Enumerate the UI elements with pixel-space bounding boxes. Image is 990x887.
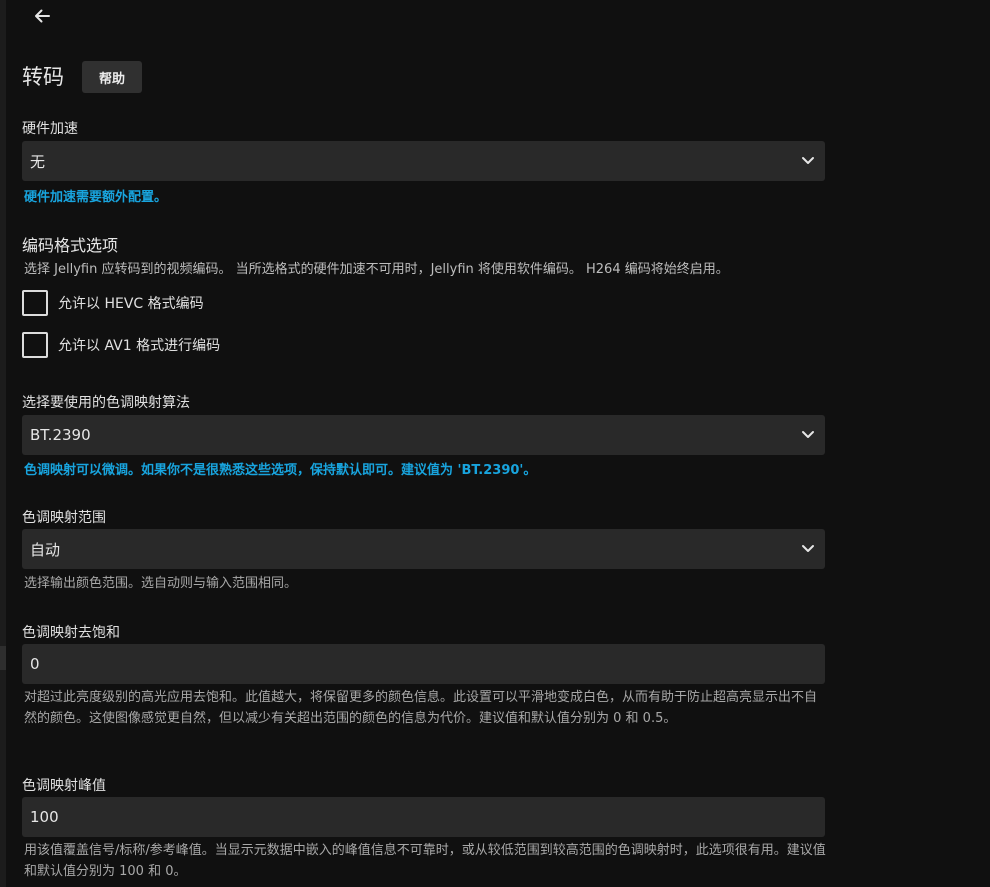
tonemap-range-value: 自动 bbox=[30, 540, 61, 559]
checkbox-label: 允许以 HEVC 格式编码 bbox=[58, 296, 204, 312]
checkbox-box[interactable] bbox=[22, 332, 48, 358]
tonemap-peak-label: 色调映射峰值 bbox=[22, 778, 106, 794]
checkbox-allow-hevc[interactable]: 允许以 HEVC 格式编码 bbox=[22, 290, 204, 316]
hardware-acceleration-select[interactable]: 无 bbox=[22, 141, 825, 181]
back-button[interactable] bbox=[30, 4, 54, 28]
arrow-left-icon bbox=[35, 9, 50, 23]
chevron-down-icon bbox=[802, 157, 814, 164]
tonemap-algorithm-select[interactable]: BT.2390 bbox=[22, 415, 825, 455]
scrollbar-thumb[interactable] bbox=[0, 646, 6, 670]
encoding-formats-title: 编码格式选项 bbox=[22, 236, 119, 255]
tonemap-desat-hint: 对超过此亮度级别的高光应用去饱和。此值越大，将保留更多的颜色信息。此设置可以平滑… bbox=[24, 690, 818, 726]
tonemap-peak-input[interactable]: 100 bbox=[22, 797, 825, 837]
encoding-formats-description: 选择 Jellyfin 应转码到的视频编码。 当所选格式的硬件加速不可用时，Je… bbox=[24, 262, 729, 277]
tonemap-algorithm-label: 选择要使用的色调映射算法 bbox=[22, 395, 190, 411]
checkbox-box[interactable] bbox=[22, 290, 48, 316]
hardware-acceleration-label: 硬件加速 bbox=[22, 121, 78, 137]
page-title: 转码 bbox=[22, 65, 64, 89]
tonemap-peak-value: 100 bbox=[30, 808, 59, 826]
checkbox-label: 允许以 AV1 格式进行编码 bbox=[58, 338, 221, 354]
title-row: 转码 帮助 bbox=[22, 61, 142, 93]
chevron-down-icon bbox=[802, 545, 814, 552]
tonemap-desat-label: 色调映射去饱和 bbox=[22, 625, 120, 641]
tonemap-peak-hint: 用该值覆盖信号/标称/参考峰值。当显示元数据中嵌入的峰值信息不可靠时，或从较低范… bbox=[24, 843, 826, 879]
scrollbar[interactable] bbox=[0, 0, 6, 887]
tonemap-desat-input[interactable]: 0 bbox=[22, 644, 825, 684]
help-button[interactable]: 帮助 bbox=[82, 61, 142, 93]
tonemap-algorithm-hint: 色调映射可以微调。如果你不是很熟悉这些选项，保持默认即可。建议值为 'BT.23… bbox=[24, 463, 537, 478]
hardware-acceleration-hint: 硬件加速需要额外配置。 bbox=[24, 190, 168, 205]
checkbox-allow-av1[interactable]: 允许以 AV1 格式进行编码 bbox=[22, 332, 220, 358]
chevron-down-icon bbox=[802, 431, 814, 438]
tonemap-range-hint: 选择输出颜色范围。选自动则与输入范围相同。 bbox=[24, 576, 298, 591]
hardware-acceleration-value: 无 bbox=[30, 152, 46, 171]
tonemap-desat-value: 0 bbox=[30, 655, 40, 673]
tonemap-algorithm-value: BT.2390 bbox=[30, 426, 91, 444]
tonemap-range-select[interactable]: 自动 bbox=[22, 529, 825, 569]
tonemap-range-label: 色调映射范围 bbox=[22, 510, 106, 526]
